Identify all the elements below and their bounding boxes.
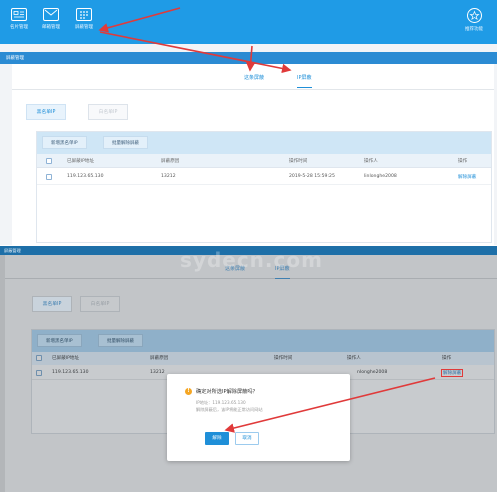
annotation-arrow [245,45,256,72]
screenshot-panel-2: 屏蔽管理 这条屏蔽 IP屏蔽 黑名单IP 白名单IP 新增黑名单IP 批量解除屏… [0,246,497,492]
annotation-arrow [224,377,436,433]
annotation-arrows [98,7,292,74]
screenshot-panel-1: 名片管理 邮箱管理 屏蔽管理 推荐功能 屏蔽管理 这条屏蔽 IP屏蔽 黑名单IP… [0,0,497,245]
annotation-arrow [99,31,292,74]
annotation-arrow [98,7,181,33]
annotation-arrows [224,377,436,433]
